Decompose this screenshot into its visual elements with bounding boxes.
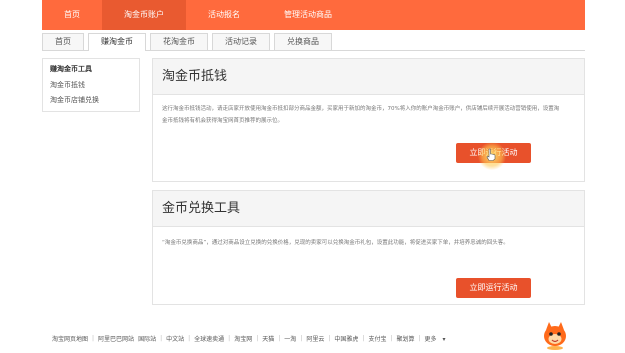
tab-earn-coins[interactable]: 赚淘金币	[88, 33, 146, 51]
card-description: 这行淘金币抵钱活动，请走店家开放使用淘金币抵扣部分商品金额，买家用于新加的淘金币…	[162, 106, 560, 124]
sidebar-item-store-redemption[interactable]: 淘金币店铺兑换	[50, 95, 132, 105]
footer-link[interactable]: 中国雅虎	[334, 334, 358, 343]
footer-more-link[interactable]: 更多 ▾	[425, 334, 450, 343]
sidebar-title: 赚淘金币工具	[50, 65, 92, 73]
nav-item-manage-products[interactable]: 管理活动商品	[262, 0, 354, 30]
footer-link[interactable]: 国际站	[138, 334, 156, 343]
card-description: “淘金币兑换商品”，通过对商品设立兑换的兑换价格，兑现的卖家可以兑换淘金币礼包，…	[162, 240, 509, 246]
nav-item-activity-signup[interactable]: 活动报名	[186, 0, 262, 30]
top-navigation: 首页 淘金币账户 活动报名 管理活动商品	[0, 0, 625, 30]
start-activity-button[interactable]: 立即运行活动	[456, 278, 531, 298]
tab-spend-coins[interactable]: 花淘金币	[150, 33, 208, 50]
footer-sitemap-link[interactable]: 淘宝网页地图	[52, 334, 88, 343]
tab-redeem-products[interactable]: 兑换商品	[274, 33, 332, 50]
footer-link[interactable]: 天猫	[262, 334, 274, 343]
footer-link[interactable]: 淘宝网	[234, 334, 252, 343]
mascot-icon	[542, 320, 568, 350]
tab-activity-records[interactable]: 活动记录	[212, 33, 270, 50]
card-title: 金币兑换工具	[153, 191, 584, 227]
top-navigation-bar: 首页 淘金币账户 活动报名 管理活动商品	[42, 0, 585, 30]
coin-exchange-card: 金币兑换工具 “淘金币兑换商品”，通过对商品设立兑换的兑换价格，兑现的卖家可以兑…	[152, 190, 585, 305]
footer: 淘宝网页地图 | 阿里巴巴网站 国际站 | 中文站 | 全球速卖通 | 淘宝网 …	[52, 330, 532, 346]
nav-item-coin-account[interactable]: 淘金币账户	[102, 0, 186, 30]
coin-deduction-card: 淘金币抵钱 这行淘金币抵钱活动，请走店家开放使用淘金币抵扣部分商品金额，买家用于…	[152, 58, 585, 182]
chevron-down-icon: ▾	[440, 335, 446, 343]
sidebar-item-coin-deduction[interactable]: 淘金币抵钱	[50, 80, 132, 90]
footer-link[interactable]: 聚划算	[396, 334, 414, 343]
nav-item-home[interactable]: 首页	[42, 0, 102, 30]
footer-link[interactable]: 阿里云	[306, 334, 324, 343]
sidebar: 赚淘金币工具 淘金币抵钱 淘金币店铺兑换	[42, 58, 140, 112]
hand-pointer-icon	[478, 142, 506, 170]
sub-tabs: 首页 赚淘金币 花淘金币 活动记录 兑换商品	[42, 33, 585, 51]
card-title: 淘金币抵钱	[153, 59, 584, 95]
footer-link[interactable]: 全球速卖通	[194, 334, 224, 343]
footer-link[interactable]: 中文站	[166, 334, 184, 343]
tab-home[interactable]: 首页	[42, 33, 84, 50]
footer-group-label: 阿里巴巴网站	[98, 335, 135, 343]
footer-link[interactable]: 支付宝	[368, 334, 386, 343]
footer-link[interactable]: 一淘	[284, 334, 296, 343]
